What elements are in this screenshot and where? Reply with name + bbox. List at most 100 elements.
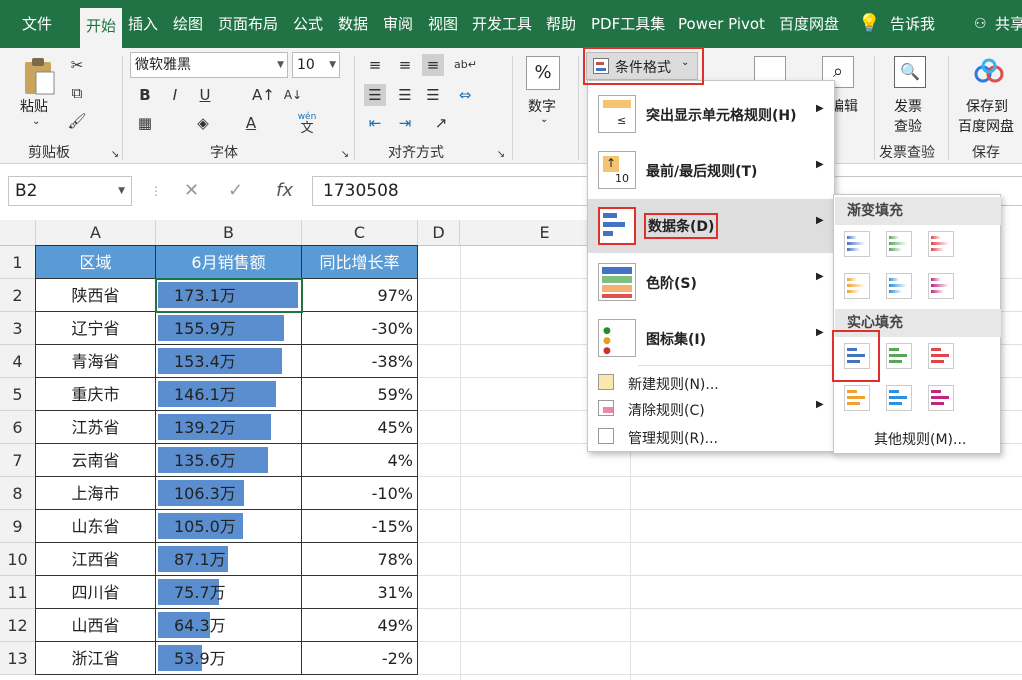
paste-button[interactable]: 粘贴 <box>20 96 48 116</box>
cell-growth[interactable]: 49% <box>301 608 418 642</box>
tab-pdf-tools[interactable]: PDF工具集 <box>591 10 665 38</box>
cell-region[interactable]: 山西省 <box>35 608 156 642</box>
decrease-indent-icon[interactable]: ⇤ <box>364 112 386 134</box>
menu-item-manage-rules[interactable]: 管理规则(R)... <box>588 423 834 451</box>
gradient-databar-swatch-1[interactable] <box>886 231 912 257</box>
cell-sales[interactable]: 106.3万 <box>155 476 302 510</box>
grow-font-icon[interactable]: A↑ <box>252 84 275 106</box>
cell-sales[interactable]: 135.6万 <box>155 443 302 477</box>
italic-button[interactable]: I <box>164 84 186 106</box>
cell-growth[interactable]: 97% <box>301 278 418 312</box>
tab-file[interactable]: 文件 <box>22 10 52 38</box>
name-box[interactable]: B2 ▼ <box>8 176 132 206</box>
cell-sales[interactable]: 146.1万 <box>155 377 302 411</box>
solid-databar-swatch-5[interactable] <box>928 385 954 411</box>
merge-center-icon[interactable]: ⇔ <box>454 84 476 106</box>
cell-growth[interactable]: -15% <box>301 509 418 543</box>
tab-review[interactable]: 审阅 <box>383 10 413 38</box>
column-header-b[interactable]: B <box>156 220 302 246</box>
tab-help[interactable]: 帮助 <box>546 10 576 38</box>
cell-region[interactable]: 山东省 <box>35 509 156 543</box>
cancel-icon[interactable]: ✕ <box>184 176 199 206</box>
cell-sales[interactable]: 139.2万 <box>155 410 302 444</box>
select-all-corner[interactable] <box>0 220 36 246</box>
tab-draw[interactable]: 绘图 <box>173 10 203 38</box>
row-header-11[interactable]: 11 <box>0 576 36 609</box>
solid-databar-swatch-3[interactable] <box>844 385 870 411</box>
align-center-icon[interactable]: ☰ <box>394 84 416 106</box>
row-header-9[interactable]: 9 <box>0 510 36 543</box>
table-header-2[interactable]: 同比增长率 <box>301 245 418 279</box>
cell-sales[interactable]: 64.3万 <box>155 608 302 642</box>
alignment-dialog-launcher-icon[interactable]: ↘ <box>490 144 512 166</box>
cell-growth[interactable]: 4% <box>301 443 418 477</box>
gradient-databar-swatch-2[interactable] <box>928 231 954 257</box>
tab-view[interactable]: 视图 <box>428 10 458 38</box>
cell-region[interactable]: 浙江省 <box>35 641 156 675</box>
number-dropdown-icon[interactable]: ⌄ <box>540 114 548 125</box>
paste-dropdown-icon[interactable]: ⌄ <box>32 116 40 127</box>
format-painter-icon[interactable]: 🖌 <box>66 110 88 132</box>
cell-region[interactable]: 青海省 <box>35 344 156 378</box>
cell-sales[interactable]: 153.4万 <box>155 344 302 378</box>
font-name-combo[interactable]: 微软雅黑 ▼ <box>130 52 288 78</box>
cell-region[interactable]: 辽宁省 <box>35 311 156 345</box>
menu-item-highlight-rules[interactable]: ≤ 突出显示单元格规则(H) ▶ <box>588 87 834 141</box>
gradient-databar-swatch-0[interactable] <box>844 231 870 257</box>
cell-growth[interactable]: 59% <box>301 377 418 411</box>
column-header-d[interactable]: D <box>418 220 460 246</box>
row-header-13[interactable]: 13 <box>0 642 36 675</box>
cell-sales[interactable]: 75.7万 <box>155 575 302 609</box>
insert-function-icon[interactable]: fx <box>276 176 293 206</box>
gradient-databar-swatch-5[interactable] <box>928 273 954 299</box>
wrap-text-icon[interactable]: ab↵ <box>454 54 477 76</box>
align-top-icon[interactable]: ≡ <box>364 54 386 76</box>
tell-me-search[interactable]: 告诉我 <box>890 10 935 38</box>
cell-region[interactable]: 江西省 <box>35 542 156 576</box>
tab-power-pivot[interactable]: Power Pivot <box>678 10 765 38</box>
underline-button[interactable]: U <box>194 84 216 106</box>
row-header-6[interactable]: 6 <box>0 411 36 444</box>
tab-home[interactable]: 开始 <box>80 8 123 48</box>
menu-item-new-rule[interactable]: 新建规则(N)... <box>588 369 834 397</box>
invoice-check-line1[interactable]: 发票 <box>894 96 922 116</box>
shrink-font-icon[interactable]: A↓ <box>282 84 304 106</box>
tab-developer[interactable]: 开发工具 <box>472 10 532 38</box>
cell-region[interactable]: 江苏省 <box>35 410 156 444</box>
menu-item-data-bars[interactable]: 数据条(D) ▶ <box>588 199 834 253</box>
gradient-databar-swatch-3[interactable] <box>844 273 870 299</box>
tab-baidu-netdisk[interactable]: 百度网盘 <box>779 10 839 38</box>
menu-item-top-bottom-rules[interactable]: ↑ 10 最前/最后规则(T) ▶ <box>588 143 834 197</box>
paste-icon[interactable] <box>22 56 56 96</box>
copy-icon[interactable]: ⧉ <box>66 82 88 104</box>
row-header-5[interactable]: 5 <box>0 378 36 411</box>
cell-region[interactable]: 四川省 <box>35 575 156 609</box>
row-header-1[interactable]: 1 <box>0 246 36 279</box>
font-dialog-launcher-icon[interactable]: ↘ <box>334 144 356 166</box>
menu-item-clear-rules[interactable]: 清除规则(C) ▶ <box>588 395 834 423</box>
row-header-2[interactable]: 2 <box>0 279 36 312</box>
cell-growth[interactable]: 78% <box>301 542 418 576</box>
solid-databar-swatch-2[interactable] <box>928 343 954 369</box>
row-header-3[interactable]: 3 <box>0 312 36 345</box>
border-icon[interactable]: ▦ <box>134 112 156 134</box>
cell-growth[interactable]: -38% <box>301 344 418 378</box>
cell-region[interactable]: 重庆市 <box>35 377 156 411</box>
bold-button[interactable]: B <box>134 84 156 106</box>
cell-growth[interactable]: 31% <box>301 575 418 609</box>
tab-formulas[interactable]: 公式 <box>293 10 323 38</box>
number-format-button[interactable]: 数字 <box>528 96 556 116</box>
table-header-1[interactable]: 6月销售额 <box>155 245 302 279</box>
tab-insert[interactable]: 插入 <box>128 10 158 38</box>
orientation-icon[interactable]: ↗ <box>430 112 452 134</box>
cell-sales[interactable]: 105.0万 <box>155 509 302 543</box>
enter-icon[interactable]: ✓ <box>228 176 243 206</box>
gradient-databar-swatch-4[interactable] <box>886 273 912 299</box>
cell-sales[interactable]: 53.9万 <box>155 641 302 675</box>
tab-page-layout[interactable]: 页面布局 <box>218 10 278 38</box>
align-right-icon[interactable]: ☰ <box>422 84 444 106</box>
percent-icon[interactable]: % <box>526 56 560 90</box>
drag-handle-icon[interactable]: ⋮ <box>150 176 162 206</box>
column-header-c[interactable]: C <box>302 220 418 246</box>
save-baidu-line1[interactable]: 保存到 <box>966 96 1008 116</box>
